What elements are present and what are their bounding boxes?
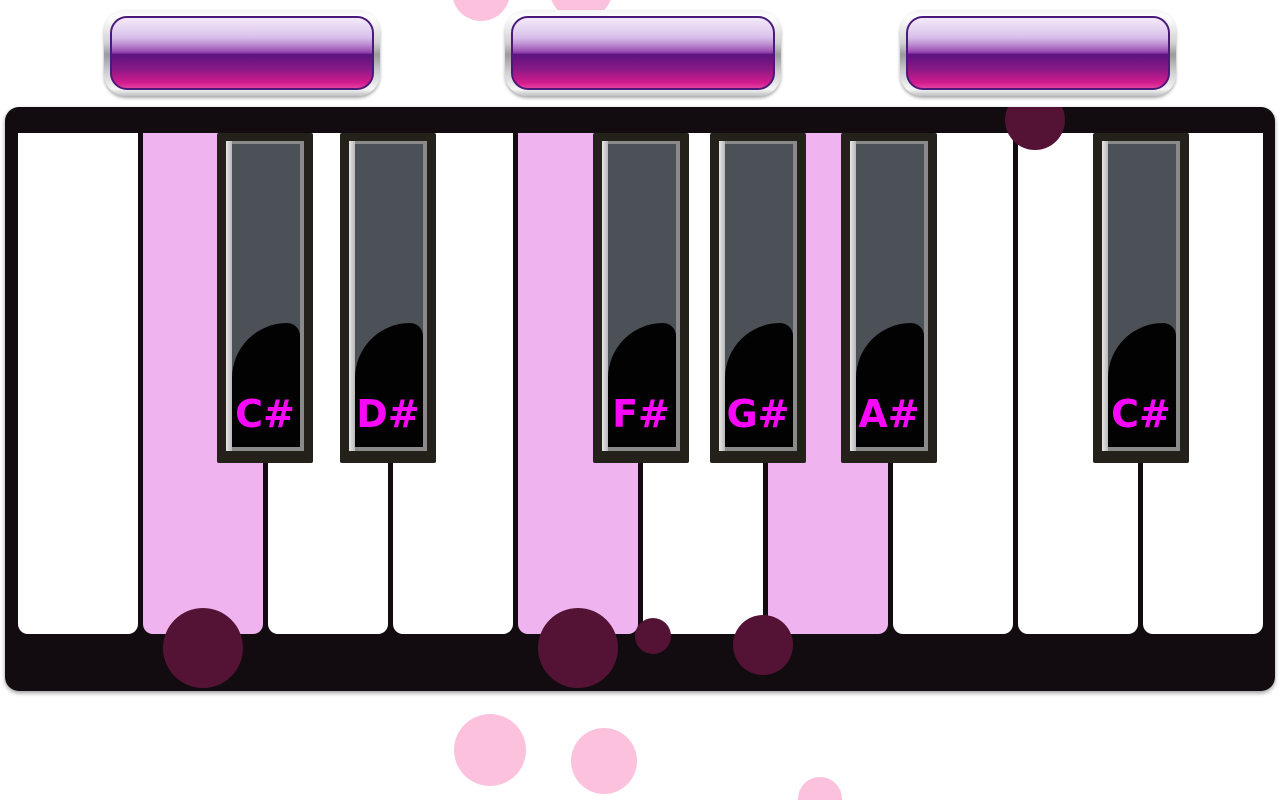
black-key-a-sharp-label: A# (858, 392, 920, 436)
app-screen: C# D# F# G# A# C# (0, 0, 1280, 800)
piano-button[interactable] (505, 10, 781, 96)
more-button[interactable] (900, 10, 1176, 96)
black-key-d-sharp-face: D# (349, 141, 427, 451)
black-key-f-sharp-label: F# (612, 392, 670, 436)
songs-button-face (110, 16, 374, 90)
black-key-g-sharp-face: G# (719, 141, 797, 451)
piano-keys-layer: C# D# F# G# A# C# (5, 107, 1275, 691)
black-key-c-sharp2-face: C# (1102, 141, 1180, 451)
black-key-f-sharp[interactable]: F# (593, 133, 689, 463)
black-key-g-sharp-label: G# (726, 392, 790, 436)
black-key-c-sharp[interactable]: C# (217, 133, 313, 463)
black-key-a-sharp-face: A# (850, 141, 928, 451)
touch-ripple-f (538, 608, 618, 688)
black-key-g-sharp[interactable]: G# (710, 133, 806, 463)
black-key-f-sharp-face: F# (602, 141, 680, 451)
touch-ripple-c (163, 608, 243, 688)
bubble-bottom-mid (571, 728, 637, 794)
black-key-c-sharp-face: C# (226, 141, 304, 451)
black-key-c-sharp2[interactable]: C# (1093, 133, 1189, 463)
white-key-b[interactable] (18, 133, 138, 634)
bubble-bottom-left (454, 714, 526, 786)
black-key-c-sharp2-label: C# (1111, 392, 1171, 436)
black-key-d-sharp[interactable]: D# (340, 133, 436, 463)
black-key-d-sharp-label: D# (356, 392, 420, 436)
black-key-a-sharp[interactable]: A# (841, 133, 937, 463)
piano-keyboard: C# D# F# G# A# C# (5, 107, 1275, 691)
touch-ripple-g (635, 618, 671, 654)
top-toolbar (0, 0, 1280, 104)
touch-ripple-a (733, 615, 793, 675)
more-button-face (906, 16, 1170, 90)
black-key-c-sharp-label: C# (235, 392, 295, 436)
piano-button-face (511, 16, 775, 90)
songs-button[interactable] (104, 10, 380, 96)
bubble-bottom-faint (798, 777, 842, 800)
